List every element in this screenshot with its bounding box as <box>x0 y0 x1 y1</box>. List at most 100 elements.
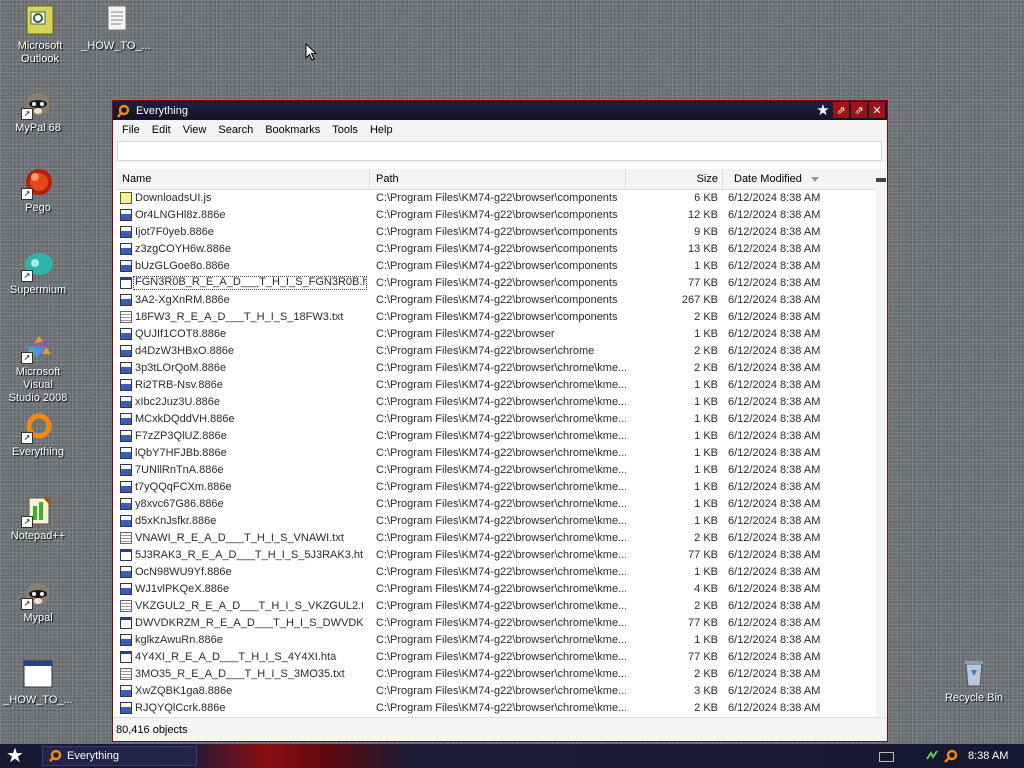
txt-file-icon <box>120 532 132 544</box>
file-row[interactable]: y8xvc67G86.886e C:\Program Files\KM74-g22… <box>116 496 876 513</box>
file-path: C:\Program Files\KM74-g22\browser\compon… <box>376 277 618 289</box>
file-name: z3zgCOYH6w.886e <box>135 243 231 255</box>
menu-search[interactable]: Search <box>212 124 259 136</box>
file-row[interactable]: 18FW3_R_E_A_D___T_H_I_S_18FW3.txt C:\Prog… <box>116 309 876 326</box>
file-path: C:\Program Files\KM74-g22\browser\compon… <box>376 311 618 323</box>
everything-icon <box>49 749 62 762</box>
start-star-icon[interactable]: ★ <box>6 746 28 766</box>
file-date: 6/12/2024 8:38 AM <box>728 243 821 255</box>
file-name: VNAWI_R_E_A_D___T_H_I_S_VNAWI.txt <box>135 532 344 544</box>
file-date: 6/12/2024 8:38 AM <box>728 600 821 612</box>
taskbar-button-everything[interactable]: Everything <box>42 746 197 766</box>
desktop-icon-supermium[interactable]: ↗ Supermium <box>0 248 76 297</box>
menu-help[interactable]: Help <box>364 124 399 136</box>
file-row[interactable]: FGN3R0B_R_E_A_D___T_H_I_S_FGN3R0B.hta C:\… <box>116 275 876 292</box>
column-size-header[interactable]: Size <box>626 169 723 189</box>
file-row[interactable]: DWVDKRZM_R_E_A_D___T_H_I_S_DWVDKR... C:\P… <box>116 615 876 632</box>
file-size: 3 KB <box>694 685 718 697</box>
file-date: 6/12/2024 8:38 AM <box>728 583 821 595</box>
hta-file-icon <box>120 617 132 629</box>
column-date-header[interactable]: Date Modified <box>723 169 876 189</box>
file-date: 6/12/2024 8:38 AM <box>728 481 821 493</box>
file-row[interactable]: DownloadsUI.js C:\Program Files\KM74-g22\… <box>116 190 876 207</box>
file-name: kglkzAwuRn.886e <box>135 634 223 646</box>
menu-tools[interactable]: Tools <box>326 124 364 136</box>
file-date: 6/12/2024 8:38 AM <box>728 413 821 425</box>
file-row[interactable]: xIbc2Juz3U.886e C:\Program Files\KM74-g22… <box>116 394 876 411</box>
desktop-icon-notepad-plus-plus[interactable]: ↗ Notepad++ <box>0 494 76 543</box>
file-row[interactable]: QUJIf1COT8.886e C:\Program Files\KM74-g22… <box>116 326 876 343</box>
file-row[interactable]: lQbY7HFJBb.886e C:\Program Files\KM74-g22… <box>116 445 876 462</box>
desktop-icon-how-to[interactable]: _HOW_TO_... <box>78 4 154 53</box>
desktop-icon-label: Notepad++ <box>10 530 66 542</box>
file-row[interactable]: VKZGUL2_R_E_A_D___T_H_I_S_VKZGUL2.txt C:\… <box>116 598 876 615</box>
pin-star-icon[interactable]: ★ <box>815 102 831 119</box>
file-row[interactable]: XwZQBK1ga8.886e C:\Program Files\KM74-g22… <box>116 683 876 700</box>
file-size: 2 KB <box>694 668 718 680</box>
column-path-header[interactable]: Path <box>370 169 626 189</box>
file-row[interactable]: 7UNllRnTnA.886e C:\Program Files\KM74-g22… <box>116 462 876 479</box>
search-input[interactable] <box>117 141 882 161</box>
file-row[interactable]: t7yQQqFCXm.886e C:\Program Files\KM74-g22… <box>116 479 876 496</box>
desktop-icon-label: Mypal <box>23 612 53 624</box>
file-path: C:\Program Files\KM74-g22\browser\chrome… <box>376 617 626 629</box>
scrollbar-thumb[interactable] <box>876 178 886 182</box>
desktop-icon-mypal[interactable]: ↗ Mypal <box>0 576 76 625</box>
file-row[interactable]: d4DzW3HBxO.886e C:\Program Files\KM74-g22… <box>116 343 876 360</box>
file-row[interactable]: MCxkDQddVH.886e C:\Program Files\KM74-g22… <box>116 411 876 428</box>
file-row[interactable]: 4Y4XI_R_E_A_D___T_H_I_S_4Y4XI.hta C:\Prog… <box>116 649 876 666</box>
file-row[interactable]: Ri2TRB-Nsv.886e C:\Program Files\KM74-g22… <box>116 377 876 394</box>
desktop-icon-pego[interactable]: ↗ Pego <box>0 166 76 215</box>
file-size: 2 KB <box>694 600 718 612</box>
file-path: C:\Program Files\KM74-g22\browser\chrome… <box>376 549 626 561</box>
minimize-button[interactable]: ⇗ <box>833 102 849 118</box>
file-date: 6/12/2024 8:38 AM <box>728 634 821 646</box>
file-name: QUJIf1COT8.886e <box>135 328 227 340</box>
file-row[interactable]: 3p3tLOrQoM.886e C:\Program Files\KM74-g22… <box>116 360 876 377</box>
file-row[interactable]: 3MO35_R_E_A_D___T_H_I_S_3MO35.txt C:\Prog… <box>116 666 876 683</box>
file-path: C:\Program Files\KM74-g22\browser\chrome… <box>376 702 626 714</box>
menu-edit[interactable]: Edit <box>146 124 177 136</box>
file-row[interactable]: 5J3RAK3_R_E_A_D___T_H_I_S_5J3RAK3.hta C:\… <box>116 547 876 564</box>
file-path: C:\Program Files\KM74-g22\browser\chrome… <box>376 396 626 408</box>
desktop-icon-visual-studio-2008[interactable]: ↗ Microsoft Visual Studio 2008 <box>0 330 76 405</box>
vertical-scrollbar[interactable] <box>876 169 886 717</box>
desktop-icon-everything[interactable]: ↗ Everything <box>0 410 76 459</box>
file-size: 2 KB <box>694 362 718 374</box>
file-path: C:\Program Files\KM74-g22\browser\chrome… <box>376 481 626 493</box>
file-row[interactable]: z3zgCOYH6w.886e C:\Program Files\KM74-g22… <box>116 241 876 258</box>
everything-tray-icon[interactable] <box>944 749 958 763</box>
file-row[interactable]: 3A2-XgXnRM.886e C:\Program Files\KM74-g22… <box>116 292 876 309</box>
file-row[interactable]: kglkzAwuRn.886e C:\Program Files\KM74-g22… <box>116 632 876 649</box>
desktop-icon-mypal-68[interactable]: ↗ MyPal 68 <box>0 86 76 135</box>
file-size: 1 KB <box>694 260 718 272</box>
network-icon[interactable] <box>925 749 938 762</box>
menu-file[interactable]: File <box>116 124 146 136</box>
close-button[interactable]: ✕ <box>869 102 885 118</box>
file-row[interactable]: F7zZP3QlUZ.886e C:\Program Files\KM74-g22… <box>116 428 876 445</box>
desktop-icon-microsoft-outlook[interactable]: Microsoft Outlook <box>2 4 78 66</box>
file-row[interactable]: VNAWI_R_E_A_D___T_H_I_S_VNAWI.txt C:\Prog… <box>116 530 876 547</box>
maximize-button[interactable]: ⇗ <box>851 102 867 118</box>
file-row[interactable]: WJ1vlPKQeX.886e C:\Program Files\KM74-g22… <box>116 581 876 598</box>
title-bar[interactable]: Everything ★ ⇗ ⇗ ✕ <box>113 101 887 120</box>
desktop-icon-label: Microsoft Visual Studio 2008 <box>8 366 68 404</box>
file-row[interactable]: bUzGLGoe8o.886e C:\Program Files\KM74-g22… <box>116 258 876 275</box>
file-row[interactable]: d5xKnJsfkr.886e C:\Program Files\KM74-g22… <box>116 513 876 530</box>
desktop-icon-how-to-hta[interactable]: _HOW_TO_... <box>0 658 76 707</box>
file-row[interactable]: Or4LNGHl8z.886e C:\Program Files\KM74-g22… <box>116 207 876 224</box>
menu-view[interactable]: View <box>177 124 213 136</box>
everything-icon: ↗ <box>21 410 55 444</box>
file-row[interactable]: OcN98WU9Yf.886e C:\Program Files\KM74-g22… <box>116 564 876 581</box>
desktop-icon-recycle-bin[interactable]: Recycle Bin <box>936 656 1012 705</box>
keyboard-icon[interactable] <box>879 752 894 762</box>
file-row[interactable]: Ijot7F0yeb.886e C:\Program Files\KM74-g22… <box>116 224 876 241</box>
file-size: 13 KB <box>688 243 718 255</box>
file-date: 6/12/2024 8:38 AM <box>728 209 821 221</box>
menu-bookmarks[interactable]: Bookmarks <box>259 124 326 136</box>
column-name-header[interactable]: Name <box>116 169 370 189</box>
desktop-icon-label: Recycle Bin <box>944 692 1004 704</box>
file-row[interactable]: RJQYQlCcrk.886e C:\Program Files\KM74-g22… <box>116 700 876 717</box>
file-date: 6/12/2024 8:38 AM <box>728 617 821 629</box>
file-size: 2 KB <box>694 702 718 714</box>
